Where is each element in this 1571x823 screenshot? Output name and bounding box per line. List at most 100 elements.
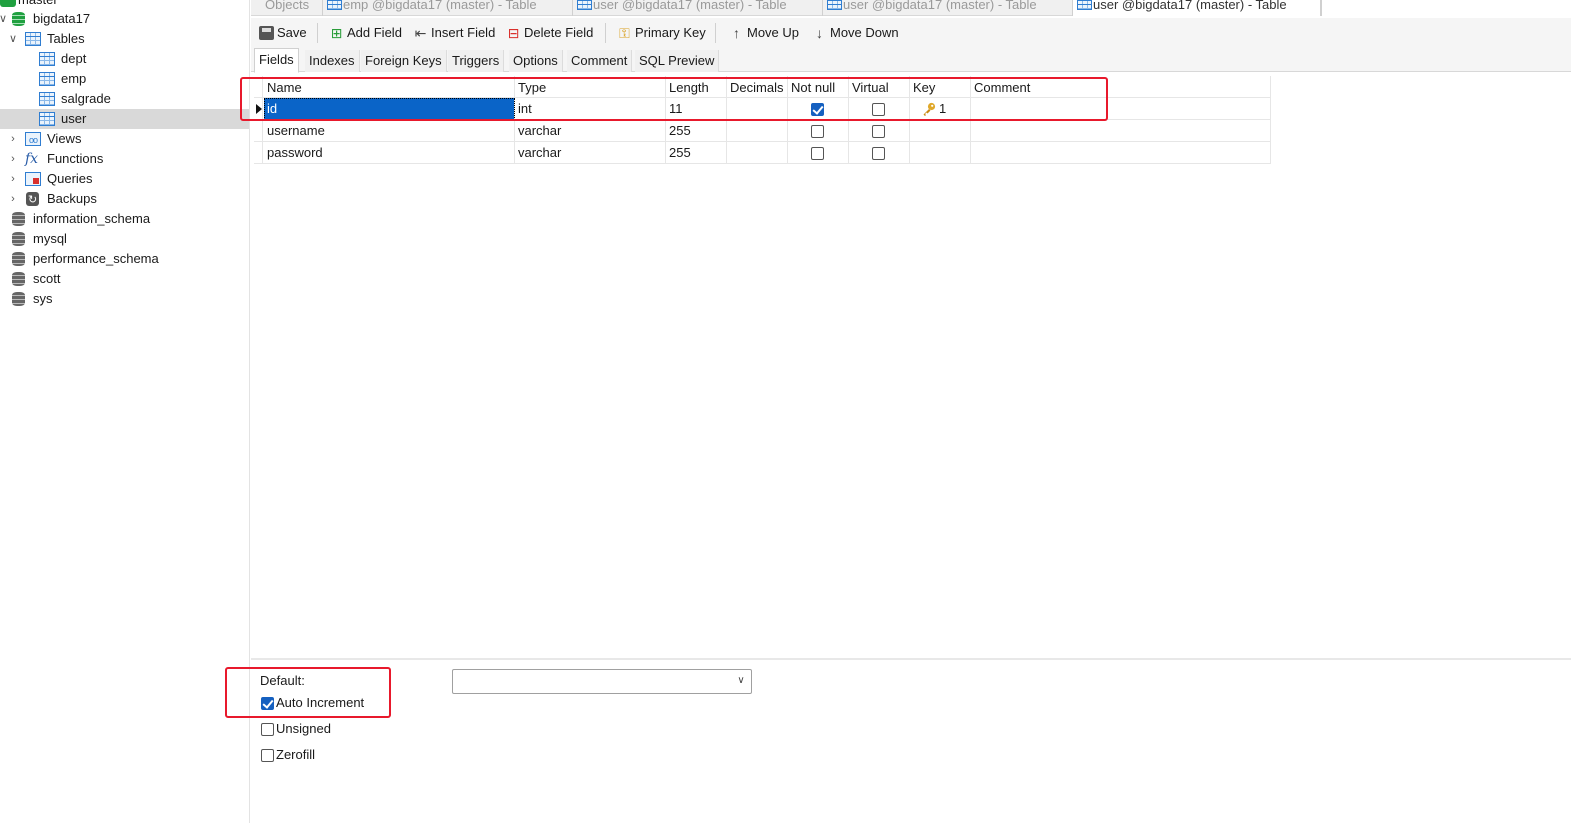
tree-database-information_schema[interactable]: information_schema bbox=[0, 209, 249, 229]
field-decimals-cell[interactable] bbox=[727, 120, 788, 142]
insert-field-button[interactable]: ⇤ Insert Field bbox=[411, 22, 496, 44]
default-label: Default: bbox=[260, 673, 305, 688]
not-null-checkbox[interactable] bbox=[811, 125, 824, 138]
tree-database-mysql[interactable]: mysql bbox=[0, 229, 249, 249]
field-name-cell[interactable]: password bbox=[264, 142, 515, 164]
tree-table-dept[interactable]: dept bbox=[0, 49, 249, 69]
tab-triggers[interactable]: Triggers bbox=[448, 50, 505, 72]
tab-user-table[interactable]: user @bigdata17 (master) - Table bbox=[573, 0, 823, 16]
tree-table-salgrade[interactable]: salgrade bbox=[0, 89, 249, 109]
not-null-checkbox[interactable] bbox=[811, 147, 824, 160]
field-key-cell[interactable] bbox=[910, 120, 971, 142]
table-row[interactable]: password varchar 255 bbox=[254, 142, 1271, 164]
tab-label: user @bigdata17 (master) - Table bbox=[593, 0, 787, 12]
column-header-type[interactable]: Type bbox=[515, 76, 666, 98]
add-field-label: Add Field bbox=[347, 25, 402, 40]
tree-backups-folder[interactable]: › Backups bbox=[0, 189, 249, 210]
tab-emp-table[interactable]: emp @bigdata17 (master) - Table bbox=[323, 0, 573, 16]
tab-user-table-2[interactable]: user @bigdata17 (master) - Table bbox=[823, 0, 1073, 16]
not-null-checkbox[interactable] bbox=[811, 103, 824, 116]
tree-table-emp[interactable]: emp bbox=[0, 69, 249, 89]
toolbar-divider bbox=[317, 23, 318, 43]
chevron-right-icon[interactable]: › bbox=[8, 189, 18, 209]
chevron-down-icon[interactable]: ∨ bbox=[8, 29, 18, 49]
field-length-cell[interactable]: 255 bbox=[666, 142, 727, 164]
field-type-cell[interactable]: varchar bbox=[515, 142, 666, 164]
default-select[interactable]: ∨ bbox=[452, 669, 752, 694]
tree-tables-folder[interactable]: ∨ Tables bbox=[0, 29, 249, 49]
tab-indexes[interactable]: Indexes bbox=[305, 50, 360, 72]
tables-label: Tables bbox=[47, 31, 85, 46]
field-length-cell[interactable]: 255 bbox=[666, 120, 727, 142]
field-comment-cell[interactable] bbox=[971, 142, 1271, 164]
key-order: 1 bbox=[939, 101, 947, 116]
toolbar: Save ⊞ Add Field ⇤ Insert Field ⊟ Delete… bbox=[251, 18, 1571, 48]
field-type-cell[interactable]: varchar bbox=[515, 120, 666, 142]
column-header-key[interactable]: Key bbox=[910, 76, 971, 98]
tree-database-bigdata17[interactable]: ∨ bigdata17 bbox=[0, 9, 249, 29]
tab-comment[interactable]: Comment bbox=[567, 50, 633, 72]
field-decimals-cell[interactable] bbox=[727, 98, 788, 120]
virtual-checkbox[interactable] bbox=[872, 125, 885, 138]
auto-increment-checkbox[interactable]: Auto Increment bbox=[260, 695, 364, 711]
chevron-right-icon[interactable]: › bbox=[8, 169, 18, 189]
move-up-button[interactable]: ↑ Move Up bbox=[727, 22, 799, 44]
move-down-label: Move Down bbox=[830, 25, 899, 40]
field-length-cell[interactable]: 11 bbox=[666, 98, 727, 120]
database-icon bbox=[12, 272, 25, 286]
tab-sql-preview[interactable]: SQL Preview bbox=[635, 50, 720, 72]
tab-search-input[interactable] bbox=[1321, 0, 1571, 16]
delete-field-button[interactable]: ⊟ Delete Field bbox=[504, 22, 594, 44]
field-not-null-cell bbox=[788, 98, 849, 120]
tree-database-performance_schema[interactable]: performance_schema bbox=[0, 249, 249, 269]
field-comment-cell[interactable] bbox=[971, 98, 1271, 120]
field-virtual-cell bbox=[849, 98, 910, 120]
column-header-virtual[interactable]: Virtual bbox=[849, 76, 910, 98]
field-key-cell[interactable] bbox=[910, 142, 971, 164]
unsigned-check[interactable] bbox=[261, 723, 274, 736]
column-header-name[interactable]: Name bbox=[264, 76, 515, 98]
tree-database-scott[interactable]: scott bbox=[0, 269, 249, 289]
tab-options[interactable]: Options bbox=[509, 50, 563, 72]
key-icon: ⚿ bbox=[619, 25, 630, 41]
field-decimals-cell[interactable] bbox=[727, 142, 788, 164]
tab-foreign-keys[interactable]: Foreign Keys bbox=[361, 50, 447, 72]
unsigned-checkbox[interactable]: Unsigned bbox=[260, 721, 331, 737]
virtual-checkbox[interactable] bbox=[872, 103, 885, 116]
tab-fields[interactable]: Fields bbox=[254, 48, 299, 73]
add-field-button[interactable]: ⊞ Add Field bbox=[327, 22, 402, 44]
field-type-cell[interactable]: int bbox=[515, 98, 666, 120]
auto-increment-check[interactable] bbox=[261, 697, 274, 710]
tab-user-table-design[interactable]: user @bigdata17 (master) - Table bbox=[1073, 0, 1321, 16]
tree-views-folder[interactable]: › Views bbox=[0, 129, 249, 149]
table-icon bbox=[827, 0, 842, 10]
chevron-right-icon[interactable]: › bbox=[8, 149, 18, 169]
tab-objects[interactable]: Objects bbox=[251, 0, 323, 16]
column-header-comment[interactable]: Comment bbox=[971, 76, 1271, 98]
table-row[interactable]: id int 11 1 bbox=[254, 98, 1271, 120]
tree-functions-folder[interactable]: › fx Functions bbox=[0, 149, 249, 169]
chevron-right-icon[interactable]: › bbox=[8, 129, 18, 149]
tree-queries-folder[interactable]: › Queries bbox=[0, 169, 249, 189]
column-header-not-null[interactable]: Not null bbox=[788, 76, 849, 98]
column-header-length[interactable]: Length bbox=[666, 76, 727, 98]
zerofill-check[interactable] bbox=[261, 749, 274, 762]
virtual-checkbox[interactable] bbox=[872, 147, 885, 160]
database-label: scott bbox=[33, 271, 61, 286]
chevron-down-icon[interactable]: ∨ bbox=[0, 9, 8, 29]
field-name-cell[interactable]: id bbox=[264, 98, 515, 120]
table-row[interactable]: username varchar 255 bbox=[254, 120, 1271, 142]
save-icon bbox=[259, 26, 274, 40]
save-button[interactable]: Save bbox=[257, 22, 307, 44]
field-key-cell[interactable]: 1 bbox=[910, 98, 971, 120]
field-name-cell[interactable]: username bbox=[264, 120, 515, 142]
zerofill-checkbox[interactable]: Zerofill bbox=[260, 747, 315, 763]
tree-table-user[interactable]: user bbox=[0, 109, 249, 129]
field-comment-cell[interactable] bbox=[971, 120, 1271, 142]
column-header-decimals[interactable]: Decimals bbox=[727, 76, 788, 98]
backups-label: Backups bbox=[47, 191, 97, 206]
table-icon bbox=[39, 72, 55, 86]
move-down-button[interactable]: ↓ Move Down bbox=[810, 22, 899, 44]
tree-database-sys[interactable]: sys bbox=[0, 289, 249, 309]
primary-key-button[interactable]: ⚿ Primary Key bbox=[615, 22, 706, 44]
